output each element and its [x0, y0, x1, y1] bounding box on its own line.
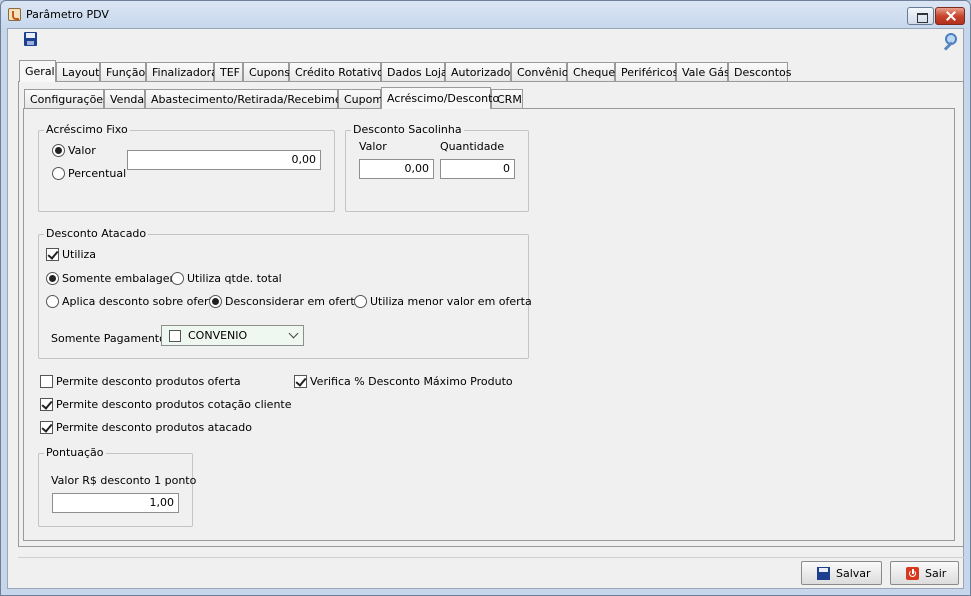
tab-perifericos[interactable]: Periféricos: [615, 62, 678, 82]
pontuacao-group: Pontuação: [38, 446, 193, 527]
key-icon[interactable]: [940, 33, 958, 51]
save-button-label: Salvar: [836, 567, 871, 580]
tab-credito-rotativo[interactable]: Crédito Rotativo: [289, 62, 384, 82]
menor-valor-oferta-radio[interactable]: [354, 295, 367, 308]
acrescimo-percentual-radio[interactable]: [52, 167, 65, 180]
tab-layout[interactable]: Layout: [56, 62, 100, 82]
pontuacao-valor-label: Valor R$ desconto 1 ponto: [51, 474, 197, 487]
verifica-maximo-label: Verifica % Desconto Máximo Produto: [310, 375, 513, 388]
permite-cotacao-checkbox[interactable]: [40, 398, 53, 411]
tab-funcao[interactable]: Função: [100, 62, 146, 82]
java-app-icon: [8, 8, 21, 21]
utiliza-qtde-total-label: Utiliza qtde. total: [187, 272, 282, 285]
permite-cotacao-label: Permite desconto produtos cotação client…: [56, 398, 292, 411]
permite-oferta-label: Permite desconto produtos oferta: [56, 375, 241, 388]
main-tab-strip: Geral Layout Função Finalizadora TEF Cup…: [19, 60, 792, 82]
menor-valor-oferta-label: Utiliza menor valor em oferta: [370, 295, 532, 308]
save-button[interactable]: Salvar: [801, 561, 882, 585]
window-title: Parâmetro PDV: [26, 8, 109, 21]
subtab-cupom[interactable]: Cupom: [338, 89, 383, 109]
somente-pagamento-label: Somente Pagamento: [51, 332, 166, 345]
desconto-sacolinha-title: Desconto Sacolinha: [351, 123, 464, 136]
desconto-atacado-title: Desconto Atacado: [44, 227, 149, 240]
subtab-abastecimento[interactable]: Abastecimento/Retirada/Recebimento: [145, 89, 360, 109]
utiliza-qtde-total-radio[interactable]: [171, 272, 184, 285]
sacolinha-valor-input[interactable]: 0,00: [359, 159, 434, 179]
verifica-maximo-checkbox[interactable]: [294, 375, 307, 388]
acrescimo-percentual-label: Percentual: [68, 167, 127, 180]
desconsiderar-oferta-radio[interactable]: [209, 295, 222, 308]
somente-pagamento-value: CONVENIO: [188, 329, 248, 342]
permite-atacado-label: Permite desconto produtos atacado: [56, 421, 252, 434]
permite-atacado-checkbox[interactable]: [40, 421, 53, 434]
tab-cupons[interactable]: Cupons: [243, 62, 290, 82]
somente-pagamento-select[interactable]: CONVENIO: [161, 325, 304, 346]
tab-dados-loja[interactable]: Dados Loja: [381, 62, 448, 82]
sacolinha-quantidade-label: Quantidade: [440, 140, 505, 153]
pontuacao-title: Pontuação: [44, 446, 106, 459]
power-icon: [906, 567, 919, 580]
sacolinha-valor-label: Valor: [359, 140, 387, 153]
tab-vale-gas[interactable]: Vale Gás: [676, 62, 730, 82]
exit-button[interactable]: Sair: [890, 561, 959, 585]
acrescimo-valor-label: Valor: [68, 144, 96, 157]
desconsiderar-oferta-label: Desconsiderar em oferta: [225, 295, 362, 308]
pontuacao-valor-input[interactable]: 1,00: [52, 493, 179, 513]
somente-embalagem-label: Somente embalagem: [62, 272, 181, 285]
atacado-utiliza-label: Utiliza: [62, 248, 97, 261]
exit-button-label: Sair: [925, 567, 947, 580]
subtab-acrescimo-desconto[interactable]: Acréscimo/Desconto: [381, 87, 499, 109]
restore-button[interactable]: [907, 7, 934, 25]
tab-cheque[interactable]: Cheque: [567, 62, 615, 82]
convenio-checkbox[interactable]: [169, 330, 181, 342]
tab-finalizadora[interactable]: Finalizadora: [146, 62, 218, 82]
aplica-desconto-oferta-radio[interactable]: [46, 295, 59, 308]
acrescimo-fixo-title: Acréscimo Fixo: [44, 123, 130, 136]
tab-convenio[interactable]: Convênio: [511, 62, 568, 82]
aplica-desconto-oferta-label: Aplica desconto sobre oferta: [62, 295, 220, 308]
somente-embalagem-radio[interactable]: [46, 272, 59, 285]
tab-tef[interactable]: TEF: [214, 62, 243, 82]
acrescimo-fixo-value-input[interactable]: 0,00: [127, 150, 321, 170]
tab-autorizador[interactable]: Autorizador: [445, 62, 515, 82]
subtab-venda[interactable]: Venda: [104, 89, 145, 109]
acrescimo-valor-radio[interactable]: [52, 144, 65, 157]
atacado-utiliza-checkbox[interactable]: [46, 248, 59, 261]
tab-descontos[interactable]: Descontos: [728, 62, 792, 82]
close-button[interactable]: [935, 7, 965, 25]
sacolinha-quantidade-input[interactable]: 0: [440, 159, 515, 179]
sub-tab-strip: Configurações Venda Abastecimento/Retira…: [24, 87, 524, 109]
chevron-down-icon[interactable]: [288, 328, 299, 339]
title-bar: Parâmetro PDV: [1, 1, 970, 29]
tab-geral[interactable]: Geral: [19, 60, 56, 82]
permite-oferta-checkbox[interactable]: [40, 375, 53, 388]
subtab-configuracoes[interactable]: Configurações: [24, 89, 109, 109]
disk-icon: [817, 567, 830, 580]
save-icon[interactable]: [24, 32, 37, 46]
